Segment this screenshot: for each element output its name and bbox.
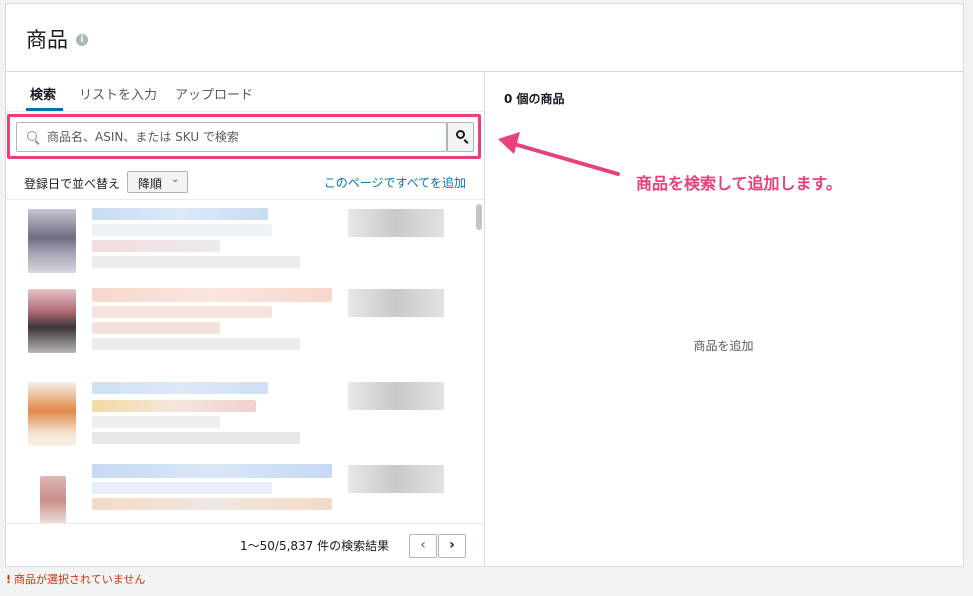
product-title-blur xyxy=(92,208,268,220)
results-count: 1〜50/5,837 件の検索結果 xyxy=(240,539,390,553)
tab-bar: 検索 リストを入力 アップロード xyxy=(6,71,484,112)
product-price-blur xyxy=(348,289,444,317)
result-item[interactable] xyxy=(6,206,476,286)
search-column: 検索 リストを入力 アップロード 登録日で並べ替え 降順 ⌄ このページですべて… xyxy=(6,71,485,566)
empty-state-text: 商品を追加 xyxy=(693,339,754,353)
result-item[interactable] xyxy=(6,286,476,366)
product-meta-blur xyxy=(92,256,300,268)
product-meta-blur xyxy=(92,322,220,334)
panel-header: 商品 i xyxy=(6,4,963,72)
annotation-callout: 商品を検索して追加します。 xyxy=(636,174,842,193)
active-tab-indicator xyxy=(26,108,63,111)
search-icon xyxy=(27,131,37,141)
product-title-blur xyxy=(92,482,272,494)
product-meta-blur xyxy=(92,416,220,428)
sort-label: 登録日で並べ替え xyxy=(24,177,121,191)
next-page-button[interactable]: › xyxy=(438,534,466,558)
product-thumbnail xyxy=(28,382,76,446)
product-title-blur xyxy=(92,288,332,302)
product-thumbnail xyxy=(28,289,76,353)
product-meta-blur xyxy=(92,432,300,444)
result-item[interactable] xyxy=(6,462,476,524)
product-title-blur xyxy=(92,400,256,412)
pagination: 1〜50/5,837 件の検索結果 ‹ › xyxy=(6,523,484,567)
result-item[interactable] xyxy=(6,372,476,452)
product-meta-blur xyxy=(92,240,220,252)
product-price-blur xyxy=(348,465,444,493)
product-title-blur xyxy=(92,464,332,478)
scrollbar-thumb[interactable] xyxy=(476,204,482,230)
annotation-arrow xyxy=(498,132,620,176)
search-input[interactable] xyxy=(47,123,442,151)
product-price-blur xyxy=(348,209,444,237)
add-all-on-page-link[interactable]: このページですべてを追加 xyxy=(324,174,466,191)
sort-order-select[interactable]: 降順 ⌄ xyxy=(127,171,188,193)
product-title-blur xyxy=(92,306,272,318)
results-scrollbar[interactable] xyxy=(475,204,483,520)
chevron-down-icon: ⌄ xyxy=(171,174,180,185)
search-field[interactable] xyxy=(16,122,447,152)
sort-order-value: 降順 xyxy=(138,177,163,191)
tab-enter-list[interactable]: リストを入力 xyxy=(79,84,157,103)
prev-page-button[interactable]: ‹ xyxy=(409,534,437,558)
product-panel: 商品 i 検索 リストを入力 アップロード 登録日で並べ替え 降順 ⌄ このペー… xyxy=(5,3,964,567)
tab-search[interactable]: 検索 xyxy=(30,84,56,103)
tab-upload[interactable]: アップロード xyxy=(175,84,253,103)
validation-error: ! 商品が選択されていません xyxy=(6,571,145,587)
page-title: 商品 xyxy=(26,28,68,52)
info-icon[interactable]: i xyxy=(76,34,88,46)
product-thumbnail xyxy=(40,476,66,524)
error-icon: ! xyxy=(6,573,12,586)
product-title-blur xyxy=(92,224,272,236)
search-results-list xyxy=(6,199,484,524)
product-title-blur xyxy=(92,382,268,394)
product-thumbnail xyxy=(28,209,76,273)
error-message: 商品が選択されていません xyxy=(14,573,146,586)
search-button[interactable] xyxy=(447,122,474,152)
selected-count: 0 個の商品 xyxy=(504,92,565,106)
product-meta-blur xyxy=(92,338,300,350)
product-price-blur xyxy=(348,382,444,410)
product-meta-blur xyxy=(92,498,332,510)
search-icon xyxy=(456,130,465,139)
